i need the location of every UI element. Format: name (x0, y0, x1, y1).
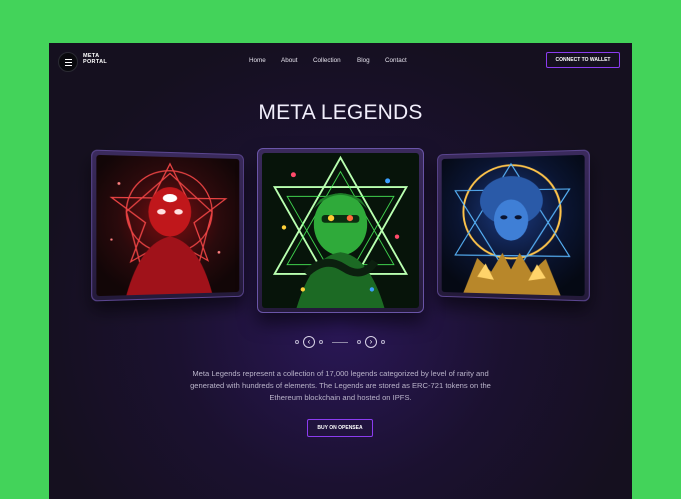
navbar: META PORTAL Home About Collection Blog C… (49, 43, 632, 79)
chevron-right-icon[interactable]: › (365, 336, 377, 348)
brand-line-2: PORTAL (83, 59, 108, 65)
nft-card-green[interactable] (257, 148, 424, 313)
hero-description: Meta Legends represent a collection of 1… (190, 369, 491, 402)
menu-icon-line (64, 64, 72, 66)
blue-legend-artwork (441, 154, 585, 297)
carousel-dot[interactable] (381, 340, 385, 344)
buy-on-opensea-button[interactable]: BUY ON OPENSEA (307, 419, 373, 437)
carousel-dot[interactable] (295, 340, 299, 344)
menu-icon-line (64, 58, 72, 60)
red-legend-artwork (96, 154, 240, 297)
menu-icon-line (64, 61, 72, 63)
nft-card-blue[interactable] (437, 149, 590, 302)
carousel-divider (332, 342, 348, 343)
green-legend-artwork (262, 153, 419, 308)
carousel-dot[interactable] (357, 340, 361, 344)
menu-button[interactable] (58, 52, 78, 72)
nft-card-red[interactable] (91, 149, 244, 302)
brand-logo[interactable]: META PORTAL (83, 53, 107, 65)
page-title: META LEGENDS (258, 101, 423, 124)
carousel-dot[interactable] (319, 340, 323, 344)
nav-collection[interactable]: Collection (313, 57, 341, 64)
nav-about[interactable]: About (281, 57, 297, 64)
site-frame: META PORTAL Home About Collection Blog C… (49, 43, 632, 499)
nav-blog[interactable]: Blog (357, 57, 370, 64)
nav-contact[interactable]: Contact (385, 57, 407, 64)
nav-home[interactable]: Home (249, 57, 266, 64)
chevron-left-icon[interactable]: ‹ (303, 336, 315, 348)
connect-wallet-button[interactable]: CONNECT TO WALLET (546, 52, 620, 68)
carousel-controls: ‹ › (49, 336, 632, 348)
